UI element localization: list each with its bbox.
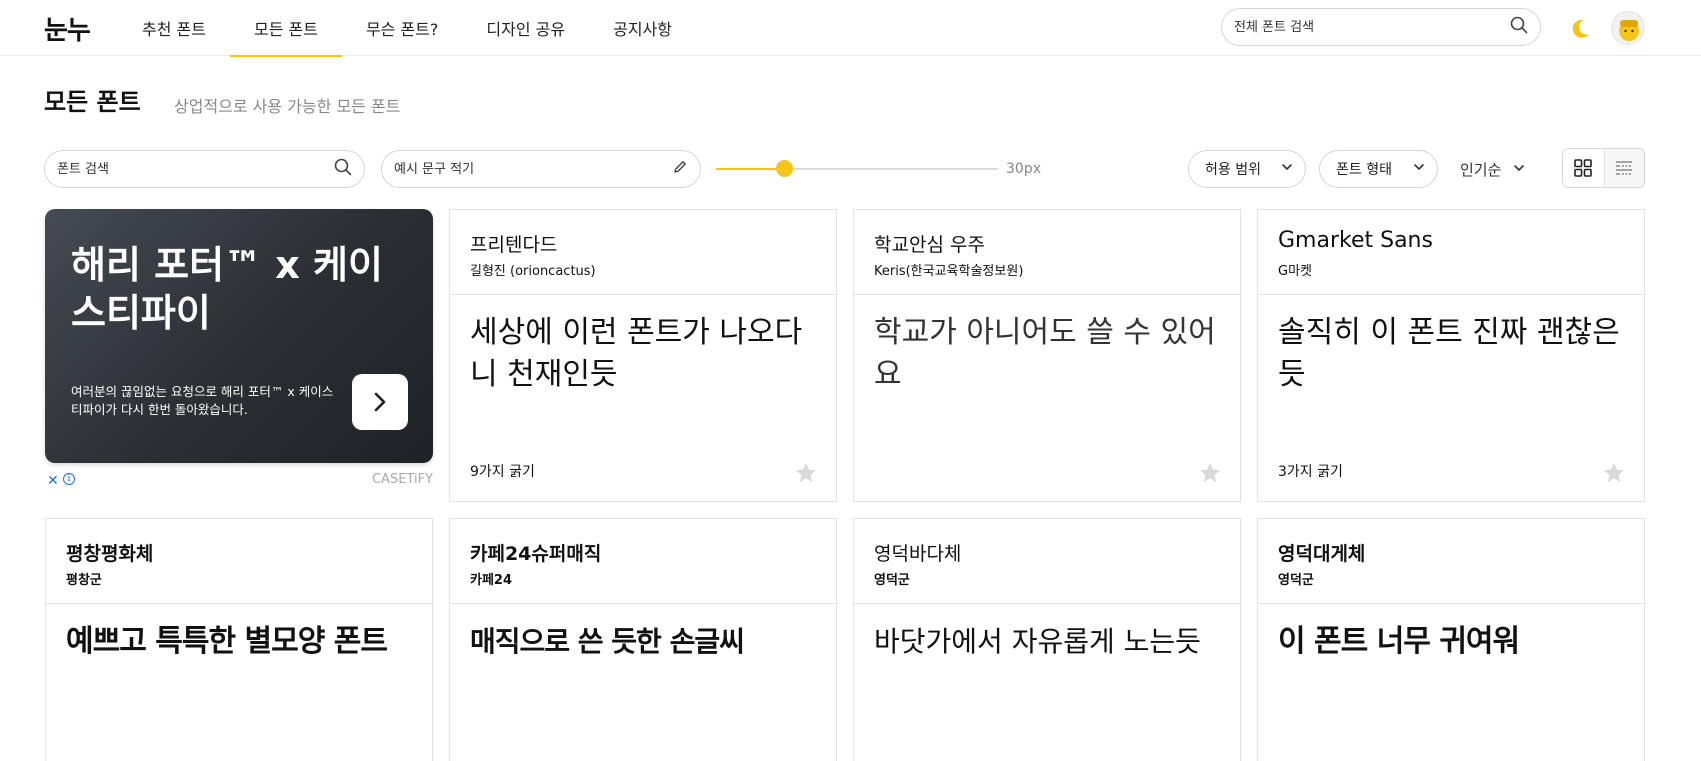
view-toggle [1562,148,1645,188]
font-maker: Keris(한국교육학술정보원) [874,264,1024,279]
nav-item-notice[interactable]: 공지사항 [589,0,696,56]
font-maker: 영덕군 [1278,573,1314,588]
star-icon[interactable] [1602,461,1626,485]
top-header: 눈누 추천 폰트 모든 폰트 무슨 폰트? 디자인 공유 공지사항 [0,0,1701,57]
font-maker: 평창군 [66,573,102,588]
avatar[interactable] [1611,11,1645,45]
pencil-icon [672,159,688,179]
star-icon[interactable] [1198,461,1222,485]
font-size-slider[interactable] [716,155,998,183]
font-sample: 이 폰트 너무 귀여워 [1278,624,1520,659]
font-maker: 영덕군 [874,573,910,588]
font-sample: 바닷가에서 자유롭게 노는듯 [874,625,1201,658]
site-logo[interactable]: 눈누 [44,10,91,47]
font-card-yeongdeok-sea[interactable]: 영덕바다체 영덕군 바닷가에서 자유롭게 노는듯 [853,518,1241,761]
font-type-dropdown-label: 폰트 형태 [1336,162,1392,178]
slider-handle[interactable] [775,160,793,177]
font-sample: 매직으로 쓴 듯한 손글씨 [470,625,745,658]
font-weights: 3가지 굵기 [1278,464,1343,480]
font-card-header: Gmarket Sans G마켓 [1258,210,1644,295]
star-icon[interactable] [794,461,818,485]
font-maker: G마켓 [1278,264,1312,279]
sample-text-input[interactable] [394,161,672,177]
grid-view-icon[interactable] [1563,149,1604,187]
font-maker: 길형진 (orioncactus) [470,264,596,279]
sample-text-box [381,150,701,188]
font-search-input[interactable] [57,161,334,177]
ad-banner[interactable]: 해리 포터™ x 케이스티파이 여러분의 끊임없는 요청으로 해리 포터™ x … [45,209,433,463]
font-card-pyeongchang-peace[interactable]: 평창평화체 평창군 예쁘고 특특한 별모양 폰트 [45,518,433,761]
main-nav: 추천 폰트 모든 폰트 무슨 폰트? 디자인 공유 공지사항 [118,0,696,57]
ad-description: 여러분의 끊임없는 요청으로 해리 포터™ x 케이스티파이가 다시 한번 돌아… [71,384,334,417]
font-card-header: 영덕바다체 영덕군 [854,519,1240,604]
font-card-header: 학교안심 우주 Keris(한국교육학술정보원) [854,210,1240,295]
list-view-icon[interactable] [1603,149,1644,187]
font-name: 카페24슈퍼매직 [470,543,602,565]
nav-item-all-fonts[interactable]: 모든 폰트 [229,0,342,57]
font-card-school-safe-universe[interactable]: 학교안심 우주 Keris(한국교육학술정보원) 학교가 아니어도 쓸 수 있어… [853,209,1241,502]
ad-arrow-button[interactable] [352,374,408,430]
font-card-yeongdeok-crab[interactable]: 영덕대게체 영덕군 이 폰트 너무 귀여워 [1257,518,1645,761]
sort-label: 인기순 [1460,160,1502,179]
font-size-label: 30px [1006,161,1041,177]
font-name: 영덕바다체 [874,543,962,565]
license-dropdown-label: 허용 범위 [1205,162,1261,178]
ad-close-icon[interactable]: ✕ [47,473,59,489]
font-sample: 예쁘고 특특한 별모양 폰트 [66,624,388,659]
nav-item-recommended[interactable]: 추천 폰트 [118,0,230,56]
license-dropdown[interactable]: 허용 범위 [1188,150,1306,188]
font-sample: 학교가 아니어도 쓸 수 있어요 [874,315,1216,392]
font-card-header: 평창평화체 평창군 [46,519,432,604]
font-card-cafe24-supermagic[interactable]: 카페24슈퍼매직 카페24 매직으로 쓴 듯한 손글씨 [449,518,837,761]
font-search-box [44,150,365,188]
font-name: 프리텐다드 [470,234,558,256]
font-card-header: 영덕대게체 영덕군 [1258,519,1644,604]
font-name: 학교안심 우주 [874,234,985,256]
search-icon[interactable] [1510,16,1528,38]
font-sample: 솔직히 이 폰트 진짜 괜찮은듯 [1278,315,1620,392]
chevron-down-icon [1281,161,1293,177]
font-sample: 세상에 이런 폰트가 나오다니 천재인듯 [470,315,803,392]
font-card-pretendard[interactable]: 프리텐다드 길형진 (orioncactus) 세상에 이런 폰트가 나오다니 … [449,209,837,502]
font-card-header: 프리텐다드 길형진 (orioncactus) [450,210,836,295]
page-subtitle: 상업적으로 사용 가능한 모든 폰트 [174,97,401,116]
nav-item-what-font[interactable]: 무슨 폰트? [342,0,462,56]
font-weights: 9가지 굵기 [470,464,535,480]
font-card-header: 카페24슈퍼매직 카페24 [450,519,836,604]
slider-fill [716,168,784,170]
chevron-down-icon [1513,160,1525,178]
font-card-gmarket-sans[interactable]: Gmarket Sans G마켓 솔직히 이 폰트 진짜 괜찮은듯 3가지 굵기 [1257,209,1645,502]
ad-headline: 해리 포터™ x 케이스티파이 [71,243,383,335]
font-name: Gmarket Sans [1278,228,1433,253]
ad-info-icon[interactable]: i [63,473,75,485]
sort-dropdown[interactable]: 인기순 [1460,150,1525,188]
moon-icon[interactable] [1568,15,1594,41]
global-search-input[interactable] [1234,19,1510,35]
chevron-right-icon [374,392,386,412]
font-name: 영덕대게체 [1278,543,1366,565]
global-search-box [1221,8,1541,46]
font-maker: 카페24 [470,573,513,588]
search-icon[interactable] [334,158,352,180]
font-name: 평창평화체 [66,543,154,565]
ad-brand-label: CASETiFY [371,472,433,487]
page-title: 모든 폰트 [44,88,141,116]
nav-item-design-share[interactable]: 디자인 공유 [462,0,589,56]
chevron-down-icon [1413,161,1425,177]
font-type-dropdown[interactable]: 폰트 형태 [1319,150,1438,188]
